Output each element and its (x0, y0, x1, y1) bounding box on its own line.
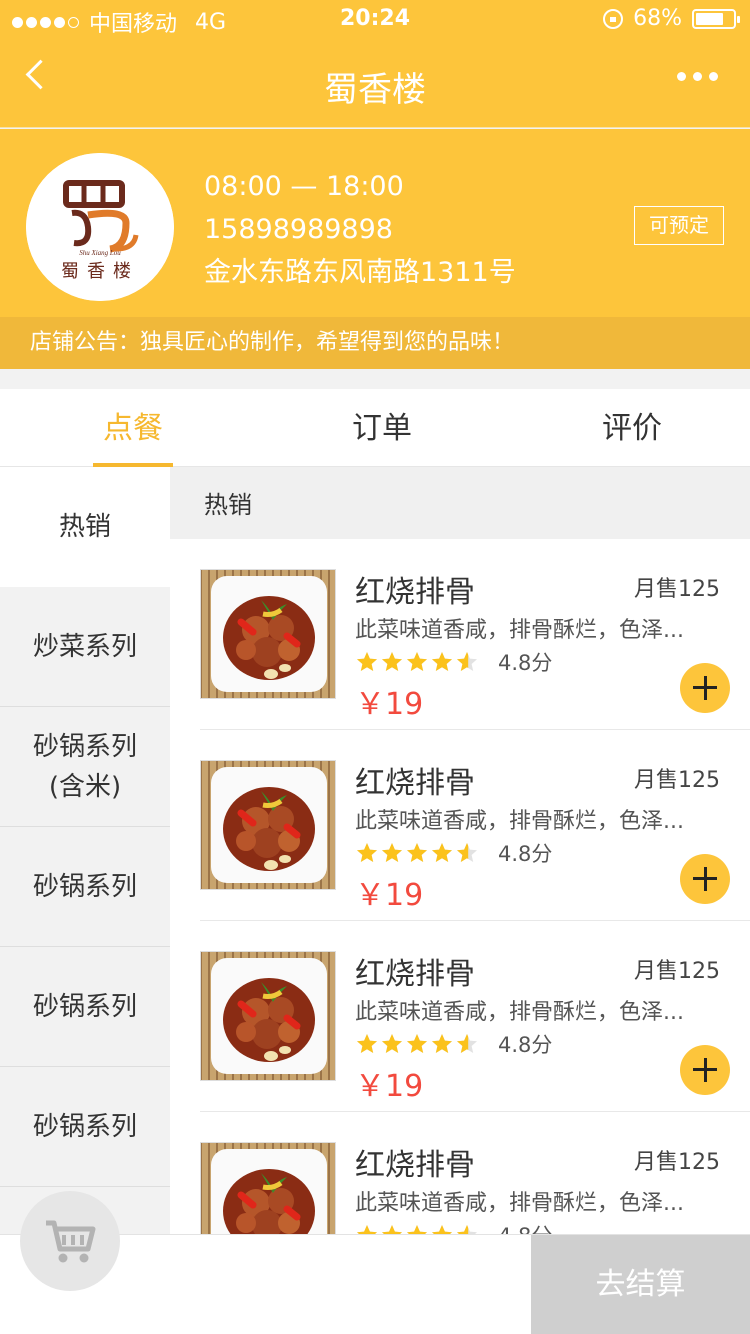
rating-star-icon (432, 652, 452, 671)
rating-star-icon (457, 1225, 477, 1234)
rating-star-icon (407, 843, 427, 862)
rating-star-icon (432, 1225, 452, 1234)
dish-item[interactable]: 红烧排骨月售125此菜味道香咸，排骨酥烂，色泽...4.8分￥19 (200, 1112, 750, 1234)
dish-name: 红烧排骨 (355, 766, 475, 801)
battery-label: 68% (633, 6, 682, 31)
tab-orders[interactable]: 订单 (342, 389, 422, 467)
category-item-casserole[interactable]: 砂锅系列 (0, 827, 170, 947)
dish-description: 此菜味道香咸，排骨酥烂，色泽... (355, 1000, 684, 1025)
rating-star-icon (382, 1034, 402, 1053)
dish-rating: 4.8分 (355, 1220, 552, 1234)
rating-star-icon (432, 1034, 452, 1053)
logo-subtitle: Shu Xiang Lou (79, 249, 121, 257)
reserve-badge[interactable]: 可预定 (634, 206, 724, 245)
dish-description: 此菜味道香咸，排骨酥烂，色泽... (355, 809, 684, 834)
category-item-hot[interactable]: 热销 (0, 467, 170, 587)
logo-text: 蜀香楼 (61, 261, 139, 282)
dish-price: ￥19 (355, 687, 424, 722)
dish-thumbnail[interactable] (200, 760, 336, 890)
dish-price: ￥19 (355, 1069, 424, 1104)
section-header: 热销 (170, 467, 750, 539)
shop-logo: Shu Xiang Lou 蜀香楼 (26, 153, 174, 301)
category-item-stir-fry[interactable]: 炒菜系列 (0, 587, 170, 707)
category-item-casserole-rice[interactable]: 砂锅系列 (含米) (0, 707, 170, 827)
dish-image (201, 761, 335, 889)
dish-score: 4.8分 (498, 651, 553, 675)
shop-header: Shu Xiang Lou 蜀香楼 08:00 — 18:00 15898989… (0, 129, 750, 317)
battery-icon (692, 8, 740, 29)
dish-score: 4.8分 (498, 1033, 553, 1057)
dish-list[interactable]: 热销 红烧排骨 月售125 此菜味道香咸，排骨酥烂，色泽... 4.8分 ￥19 红烧排骨… (170, 467, 750, 1234)
dish-image (201, 952, 335, 1080)
dish-rating: 4.8分 (355, 1029, 552, 1059)
dish-item[interactable]: 红烧排骨 月售125 此菜味道香咸，排骨酥烂，色泽... 4.8分 ￥19 (200, 730, 750, 921)
shop-logo-image: Shu Xiang Lou 蜀香楼 (26, 153, 174, 301)
rating-star-icon (407, 652, 427, 671)
dish-name: 红烧排骨 (355, 1148, 475, 1183)
nav-bar: 蜀香楼 (0, 40, 750, 128)
dish-thumbnail[interactable] (200, 1142, 336, 1234)
category-item-casserole[interactable]: 砂锅系列 (0, 947, 170, 1067)
add-to-cart-icon[interactable] (680, 663, 730, 713)
category-item-casserole[interactable]: 砂锅系列 (0, 1067, 170, 1187)
rating-star-icon (457, 843, 477, 862)
orientation-lock-icon (603, 8, 624, 29)
dish-monthly-sales: 月售125 (634, 959, 720, 984)
status-bar: 中国移动 4G 20:24 68% (0, 0, 750, 40)
rating-star-icon (357, 843, 377, 862)
dish-rating: 4.8分 (355, 838, 552, 868)
dish-price: ￥19 (355, 878, 424, 913)
shop-hours: 08:00 — 18:00 (204, 171, 404, 202)
more-icon[interactable] (677, 72, 718, 81)
dish-score: 4.8分 (498, 842, 553, 866)
dish-name: 红烧排骨 (355, 957, 475, 992)
rating-star-icon (357, 652, 377, 671)
rating-star-icon (382, 843, 402, 862)
cart-icon (46, 1220, 96, 1263)
shop-address: 金水东路东风南路1311号 (204, 257, 516, 288)
category-sidebar: 热销 炒菜系列 砂锅系列 (含米) 砂锅系列 砂锅系列 砂锅系列 (0, 467, 170, 1234)
dish-image (201, 1143, 335, 1234)
rating-star-icon (407, 1225, 427, 1234)
add-to-cart-icon[interactable] (680, 854, 730, 904)
dish-monthly-sales: 月售125 (634, 1150, 720, 1175)
tab-order-food[interactable]: 点餐 (93, 389, 173, 467)
rating-star-icon (382, 1225, 402, 1234)
dish-description: 此菜味道香咸，排骨酥烂，色泽... (355, 618, 684, 643)
dish-name: 红烧排骨 (355, 575, 475, 610)
checkout-button[interactable]: 去结算 (531, 1235, 750, 1334)
rating-star-icon (432, 843, 452, 862)
shop-phone[interactable]: 15898989898 (204, 208, 516, 251)
dish-monthly-sales: 月售125 (634, 768, 720, 793)
dish-description: 此菜味道香咸，排骨酥烂，色泽... (355, 1191, 684, 1216)
dish-score: 4.8分 (498, 1220, 552, 1234)
tab-reviews[interactable]: 评价 (592, 389, 672, 467)
dish-monthly-sales: 月售125 (634, 577, 720, 602)
rating-star-icon (382, 652, 402, 671)
dish-image (201, 570, 335, 698)
shop-notice: 店铺公告：独具匠心的制作，希望得到您的品味！ (0, 317, 750, 369)
dish-thumbnail[interactable] (200, 951, 336, 1081)
rating-star-icon (407, 1034, 427, 1053)
dish-item[interactable]: 红烧排骨 月售125 此菜味道香咸，排骨酥烂，色泽... 4.8分 ￥19 (200, 539, 750, 730)
dish-item[interactable]: 红烧排骨 月售125 此菜味道香咸，排骨酥烂，色泽... 4.8分 ￥19 (200, 921, 750, 1112)
cart-button[interactable] (20, 1191, 120, 1291)
dish-rating: 4.8分 (355, 647, 552, 677)
rating-star-icon (357, 1034, 377, 1053)
rating-star-icon (357, 1225, 377, 1234)
rating-star-icon (457, 652, 477, 671)
tab-bar: 点餐 订单 评价 (0, 389, 750, 467)
page-title: 蜀香楼 (324, 70, 426, 110)
add-to-cart-icon[interactable] (680, 1045, 730, 1095)
rating-star-icon (457, 1034, 477, 1053)
dish-thumbnail[interactable] (200, 569, 336, 699)
